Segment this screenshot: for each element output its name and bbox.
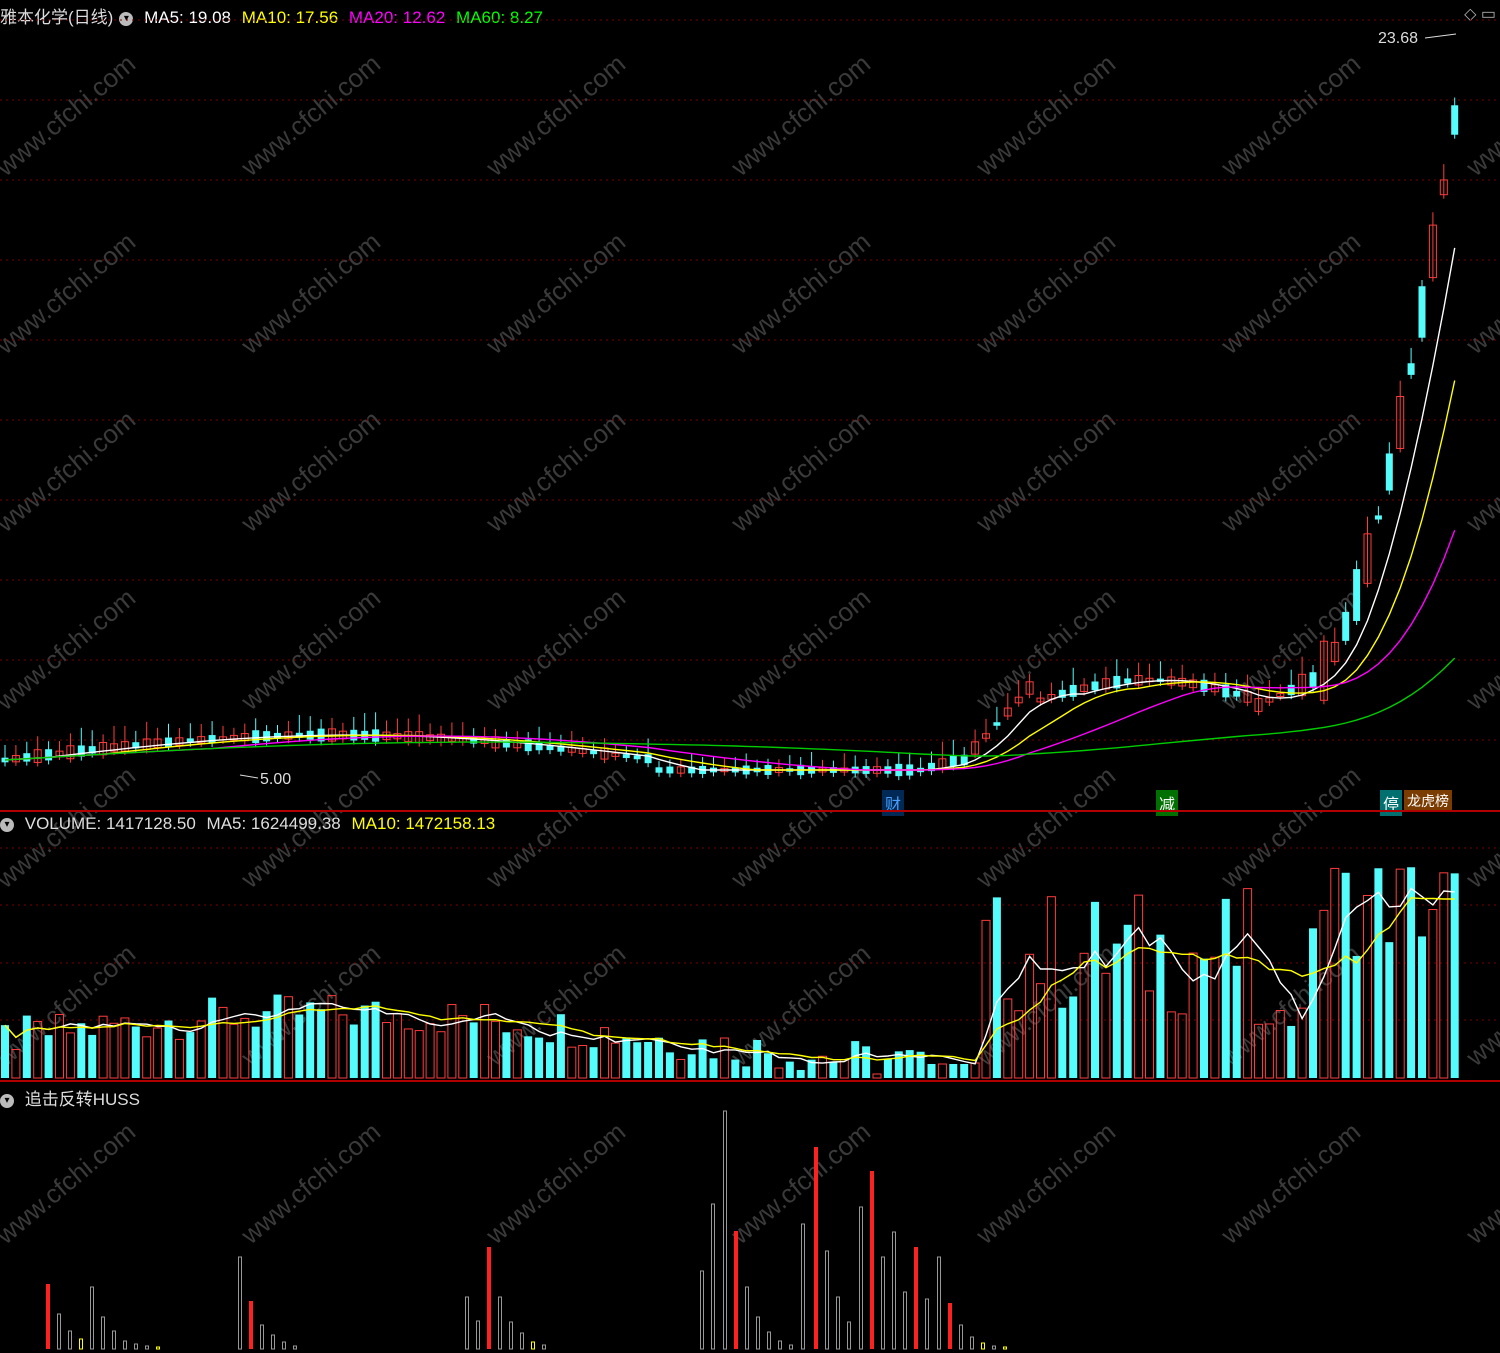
indicator-bar: [981, 1342, 985, 1350]
indicator-bar: [959, 1324, 963, 1350]
indicator-bar: [542, 1344, 546, 1350]
indicator-bar: [937, 1256, 941, 1350]
indicator-bar: [948, 1303, 952, 1349]
indicator-bar: [723, 1110, 727, 1350]
indicator-bar: [145, 1345, 149, 1350]
indicator-bar: [1003, 1346, 1007, 1350]
indicator-bar: [282, 1341, 286, 1350]
indicator-bar: [238, 1256, 242, 1350]
indicator-bar: [68, 1330, 72, 1350]
indicator-bar: [903, 1291, 907, 1350]
indicator-bar: [271, 1334, 275, 1350]
indicator-bar: [476, 1320, 480, 1350]
indicator-bar: [745, 1286, 749, 1350]
indicator-bar: [992, 1345, 996, 1350]
indicator-bar: [90, 1286, 94, 1350]
indicator-bar: [57, 1313, 61, 1350]
indicator-bar: [789, 1344, 793, 1350]
indicator-bar: [881, 1256, 885, 1350]
indicator-bar: [101, 1316, 105, 1350]
indicator-bar: [801, 1223, 805, 1350]
indicator-bar: [734, 1231, 738, 1349]
indicator-bar: [778, 1340, 782, 1350]
indicator-bar: [112, 1330, 116, 1350]
indicator-bar: [293, 1345, 297, 1350]
indicator-bar: [46, 1284, 50, 1349]
indicator-bar: [79, 1338, 83, 1350]
indicator-bar: [260, 1324, 264, 1350]
indicator-bar: [836, 1296, 840, 1350]
indicator-bar: [847, 1321, 851, 1350]
indicator-bar: [925, 1298, 929, 1350]
indicator-bar: [870, 1171, 874, 1349]
indicator-bar: [156, 1346, 160, 1350]
indicator-bar: [531, 1341, 535, 1350]
indicator-bar: [892, 1231, 896, 1350]
indicator-bar: [756, 1316, 760, 1350]
indicator-bar: [859, 1206, 863, 1350]
indicator-bar: [825, 1250, 829, 1350]
indicator-bar: [711, 1203, 715, 1350]
indicator-bar: [498, 1296, 502, 1350]
indicator-bar: [249, 1301, 253, 1349]
indicator-bar: [767, 1331, 771, 1350]
indicator-bar: [134, 1343, 138, 1350]
indicator-bar: [700, 1270, 704, 1350]
indicator-bar: [970, 1336, 974, 1350]
indicator-chart[interactable]: [0, 0, 1500, 1353]
indicator-bar: [814, 1147, 818, 1349]
indicator-bar: [509, 1321, 513, 1350]
indicator-bar: [487, 1247, 491, 1349]
indicator-bar: [123, 1340, 127, 1350]
indicator-bar: [520, 1332, 524, 1350]
indicator-bar: [914, 1247, 918, 1349]
indicator-bar: [465, 1296, 469, 1350]
